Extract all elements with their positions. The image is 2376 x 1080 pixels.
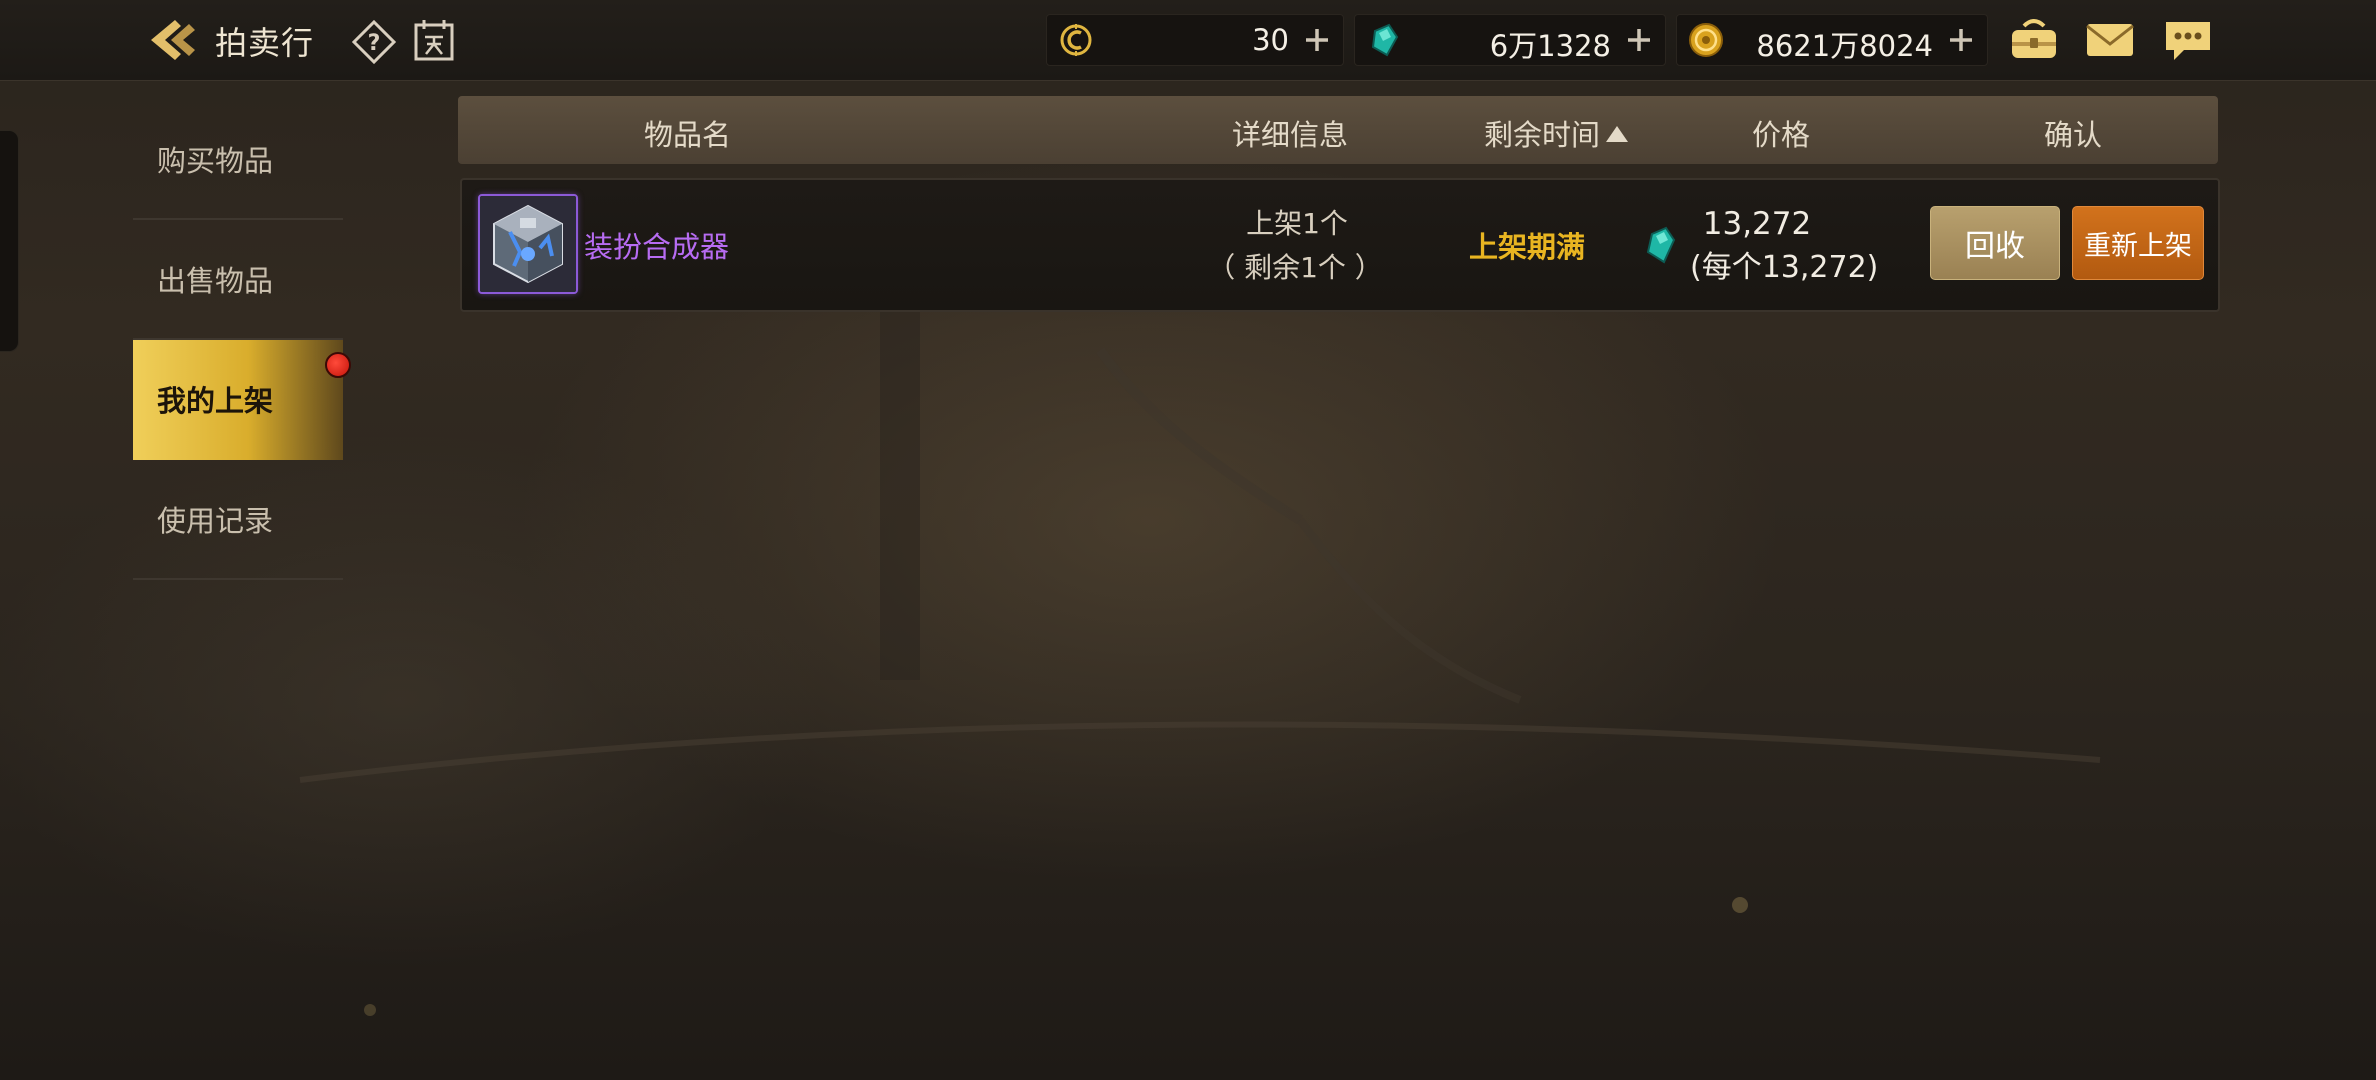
add-coupon-plus-icon[interactable] — [1303, 26, 1331, 54]
side-edge-tab[interactable] — [0, 130, 19, 352]
currency-gem: 6万1328 — [1354, 14, 1666, 66]
column-header-details: 详细信息 — [1232, 118, 1349, 152]
top-bar: 拍卖行 ? 30 6万1328 8621万8024 — [0, 0, 2376, 81]
coupon-coin-icon — [1060, 24, 1092, 56]
sidebar-nav: 购买物品 出售物品 我的上架 使用记录 — [133, 100, 351, 580]
table-row[interactable]: 装扮合成器 上架1个 （ 剩余1个 ） 上架期满 13,272 (每个13,27… — [460, 178, 2220, 312]
sort-ascending-icon — [1606, 126, 1629, 142]
currency-coupon: 30 — [1046, 14, 1344, 66]
price-total: 13,272 — [1702, 206, 1812, 242]
page-title: 拍卖行 — [215, 24, 315, 62]
sidebar-item-history[interactable]: 使用记录 — [133, 460, 343, 580]
column-header-name: 物品名 — [644, 118, 732, 152]
relist-button[interactable]: 重新上架 — [2072, 206, 2204, 280]
column-header-remaining-time[interactable]: 剩余时间 — [1484, 112, 1629, 154]
sidebar-item-my-listings[interactable]: 我的上架 — [133, 340, 351, 460]
sidebar-item-label: 出售物品 — [157, 264, 274, 298]
column-header-price: 价格 — [1752, 118, 1811, 152]
back-arrow-icon[interactable] — [145, 16, 199, 64]
currency-gold-value: 8621万8024 — [1756, 29, 1933, 63]
calendar-icon[interactable] — [413, 18, 455, 62]
currency-gold: 8621万8024 — [1676, 14, 1988, 66]
detail-listed-count: 上架1个 — [1246, 207, 1348, 240]
sidebar-item-sell[interactable]: 出售物品 — [133, 220, 343, 340]
teal-gem-icon — [1646, 226, 1676, 264]
chat-icon[interactable] — [2162, 16, 2214, 64]
gold-coin-icon — [1689, 23, 1723, 57]
mail-icon[interactable] — [2084, 16, 2136, 64]
price-per-unit: (每个13,272) — [1690, 250, 1879, 285]
cube-synthesizer-icon[interactable] — [478, 194, 578, 294]
sidebar-item-buy[interactable]: 购买物品 — [133, 100, 343, 220]
currency-gem-value: 6万1328 — [1489, 29, 1611, 63]
sidebar-item-label: 购买物品 — [157, 144, 274, 178]
add-gold-plus-icon[interactable] — [1947, 26, 1975, 54]
sidebar-item-label: 我的上架 — [157, 384, 274, 418]
listing-status: 上架期满 — [1468, 230, 1585, 264]
detail-remaining-count: （ 剩余1个 ） — [1207, 251, 1383, 284]
recall-button[interactable]: 回收 — [1930, 206, 2060, 280]
table-header: 物品名 详细信息 剩余时间 价格 确认 — [458, 96, 2218, 164]
notification-dot — [325, 352, 351, 378]
column-header-confirm: 确认 — [2044, 118, 2103, 152]
add-gem-plus-icon[interactable] — [1625, 26, 1653, 54]
teal-gem-icon — [1371, 23, 1399, 57]
help-icon[interactable]: ? — [352, 20, 396, 64]
svg-text:?: ? — [368, 31, 381, 56]
item-name: 装扮合成器 — [584, 230, 730, 264]
inventory-bag-icon[interactable] — [2008, 16, 2060, 64]
column-header-label: 剩余时间 — [1484, 118, 1601, 152]
currency-coupon-value: 30 — [1252, 23, 1289, 57]
sidebar-item-label: 使用记录 — [157, 504, 274, 538]
